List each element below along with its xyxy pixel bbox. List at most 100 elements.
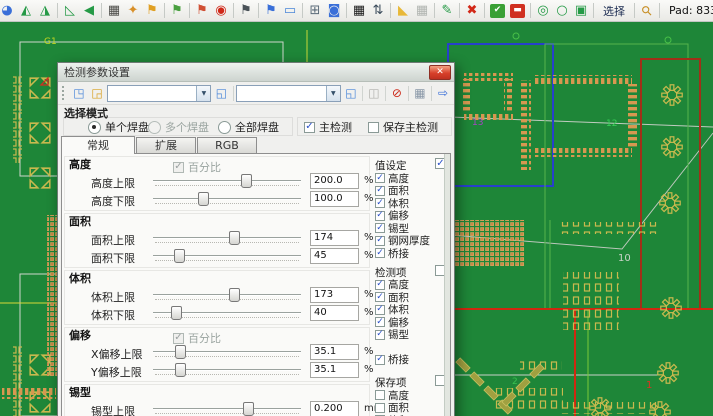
checkbox[interactable]: ✓ bbox=[375, 211, 385, 221]
delete-icon[interactable]: ✖ bbox=[463, 2, 481, 20]
camera-icon[interactable]: ◙ bbox=[325, 2, 343, 20]
param-slider[interactable] bbox=[153, 361, 301, 379]
checkbox-桥接[interactable]: ✓桥接 bbox=[375, 247, 446, 260]
color-board-icon[interactable]: ▦ bbox=[105, 2, 123, 20]
chevron-down-icon[interactable]: ▼ bbox=[326, 86, 340, 101]
slider-thumb[interactable] bbox=[171, 306, 182, 320]
flip-vertical-icon[interactable]: ◮ bbox=[36, 2, 54, 20]
checkbox[interactable]: ✓ bbox=[375, 292, 385, 302]
region-select-icon[interactable]: ▭ bbox=[281, 2, 299, 20]
checkbox[interactable]: ✓ bbox=[375, 317, 385, 327]
flip-horizontal-icon[interactable]: ◭ bbox=[17, 2, 35, 20]
angle-tool-icon[interactable]: ◺ bbox=[61, 2, 79, 20]
checkbox[interactable]: ✓ bbox=[375, 355, 385, 365]
slider-thumb[interactable] bbox=[175, 345, 186, 359]
checkbox[interactable]: ✓ bbox=[375, 198, 385, 208]
checkbox[interactable]: ✓ bbox=[375, 236, 385, 246]
tab-常规[interactable]: 常规 bbox=[61, 136, 135, 154]
checkbox-桥接[interactable]: ✓桥接 bbox=[375, 354, 446, 367]
checkbox[interactable]: ✓ bbox=[375, 280, 385, 290]
checkbox-高度[interactable]: 高度 bbox=[375, 389, 446, 402]
value-input[interactable]: 173 bbox=[310, 287, 359, 303]
apply-left-icon[interactable]: ◱ bbox=[213, 85, 229, 102]
checkbox-高度[interactable]: ✓高度 bbox=[375, 279, 446, 292]
value-input[interactable]: 200.0 bbox=[310, 173, 359, 189]
param-combo-right[interactable]: ▼ bbox=[236, 85, 340, 102]
checkbox-面积[interactable]: ✓面积 bbox=[375, 291, 446, 304]
value-input[interactable]: 100.0 bbox=[310, 191, 359, 207]
checkbox-体积[interactable]: ✓体积 bbox=[375, 304, 446, 317]
confirm-icon[interactable]: ✔ bbox=[490, 4, 505, 18]
tab-RGB[interactable]: RGB bbox=[197, 137, 257, 153]
tab-扩展[interactable]: 扩展 bbox=[136, 137, 196, 153]
checkbox[interactable] bbox=[375, 403, 385, 413]
slider-thumb[interactable] bbox=[229, 231, 240, 245]
radio-单个焊盘[interactable]: 单个焊盘 bbox=[88, 119, 149, 135]
slider-thumb[interactable] bbox=[175, 363, 186, 377]
disable-icon[interactable]: ⊘ bbox=[389, 85, 405, 102]
pin-dark-icon[interactable]: ⚑ bbox=[237, 2, 255, 20]
pin-yellow-icon[interactable]: ⚑ bbox=[143, 2, 161, 20]
target-circle-icon[interactable]: ◎ bbox=[534, 2, 552, 20]
slider-thumb[interactable] bbox=[198, 192, 209, 206]
param-slider[interactable] bbox=[153, 304, 301, 322]
grid-icon[interactable]: ▦ bbox=[413, 2, 431, 20]
param-slider[interactable] bbox=[153, 172, 301, 190]
file-export-icon[interactable]: ◲ bbox=[89, 85, 105, 102]
checkbox[interactable]: ✓ bbox=[304, 122, 315, 133]
remove-icon[interactable]: ▬ bbox=[510, 4, 525, 18]
close-icon[interactable]: ✕ bbox=[429, 65, 451, 80]
tools-icon[interactable]: ✦ bbox=[124, 2, 142, 20]
ruler-icon[interactable]: ◣ bbox=[394, 2, 412, 20]
panel-scrollbar[interactable] bbox=[444, 154, 450, 416]
pin-blue-icon[interactable]: ⚑ bbox=[262, 2, 280, 20]
rotate-view-icon[interactable]: ◕ bbox=[0, 2, 16, 20]
param-slider[interactable] bbox=[153, 229, 301, 247]
slider-thumb[interactable] bbox=[241, 174, 252, 188]
pin-green-icon[interactable]: ⚑ bbox=[168, 2, 186, 20]
radio-多个焊盘[interactable]: 多个焊盘 bbox=[148, 119, 209, 135]
param-slider[interactable] bbox=[153, 343, 301, 361]
exit-icon[interactable]: ⇨ bbox=[435, 85, 451, 102]
checkbox-高度[interactable]: ✓高度 bbox=[375, 172, 446, 185]
checkbox[interactable]: ✓ bbox=[375, 223, 385, 233]
radio-button[interactable] bbox=[148, 121, 161, 134]
cone-tool-icon[interactable]: ◀ bbox=[80, 2, 98, 20]
checkbox[interactable]: ✓ bbox=[375, 186, 385, 196]
value-input[interactable]: 35.1 bbox=[310, 362, 359, 378]
checkbox-保存主检测[interactable]: 保存主检测 bbox=[368, 119, 438, 135]
checkbox[interactable]: ✓ bbox=[375, 248, 385, 258]
radio-全部焊盘[interactable]: 全部焊盘 bbox=[218, 119, 279, 135]
radio-button[interactable] bbox=[218, 121, 231, 134]
pin-red-icon[interactable]: ⚑ bbox=[193, 2, 211, 20]
slider-thumb[interactable] bbox=[243, 402, 254, 416]
file-import-icon[interactable]: ◳ bbox=[71, 85, 87, 102]
value-input[interactable]: 0.200 bbox=[310, 401, 359, 416]
checkbox[interactable] bbox=[368, 122, 379, 133]
toolbar-grip[interactable] bbox=[62, 86, 66, 100]
slider-thumb[interactable] bbox=[229, 288, 240, 302]
value-input[interactable]: 45 bbox=[310, 248, 359, 264]
chevron-down-icon[interactable]: ▼ bbox=[196, 86, 210, 101]
param-slider[interactable] bbox=[153, 286, 301, 304]
param-slider[interactable] bbox=[153, 400, 301, 416]
checkbox[interactable]: ✓ bbox=[375, 173, 385, 183]
checkbox-钢网厚度[interactable]: ✓钢网厚度 bbox=[375, 235, 446, 248]
param-slider[interactable] bbox=[153, 247, 301, 265]
checkbox-主检测[interactable]: ✓主检测 bbox=[304, 119, 352, 135]
square-circle-icon[interactable]: ▣ bbox=[572, 2, 590, 20]
apply-right-icon[interactable]: ◱ bbox=[343, 85, 359, 102]
checkbox-面积[interactable]: ✓面积 bbox=[375, 185, 446, 198]
checkbox-偏移[interactable]: ✓偏移 bbox=[375, 316, 446, 329]
magnifier-icon[interactable]: ⚲ bbox=[634, 0, 659, 23]
checkbox-面积[interactable]: 面积 bbox=[375, 402, 446, 415]
checkbox-锡型[interactable]: ✓锡型 bbox=[375, 329, 446, 342]
array-view-icon[interactable]: ⊞ bbox=[306, 2, 324, 20]
select-mode-label[interactable]: 选择 bbox=[597, 3, 631, 19]
circle-tool-icon[interactable]: ○ bbox=[553, 2, 571, 20]
sort-az-icon[interactable]: ⇅ bbox=[369, 2, 387, 20]
radio-button[interactable] bbox=[88, 121, 101, 134]
value-input[interactable]: 40 bbox=[310, 305, 359, 321]
value-input[interactable]: 35.1 bbox=[310, 344, 359, 360]
save-icon[interactable]: ▦ bbox=[412, 85, 428, 102]
